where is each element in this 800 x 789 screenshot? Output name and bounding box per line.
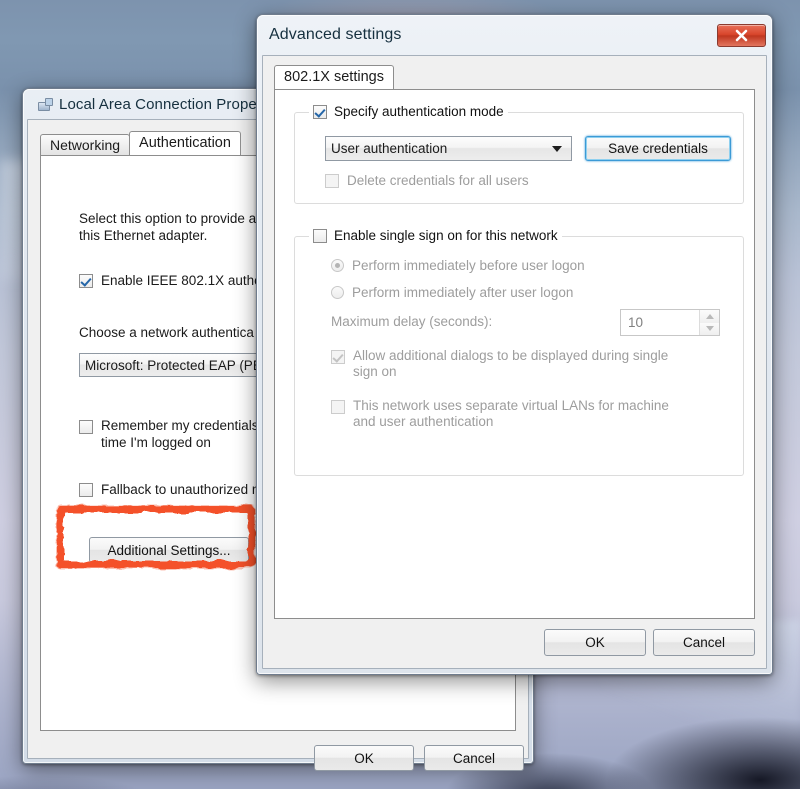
network-authentication-method-value: Microsoft: Protected EAP (PE <box>85 357 262 373</box>
enable-single-sign-on-label: Enable single sign on for this network <box>334 228 558 243</box>
separate-vlans-checkbox[interactable] <box>331 400 345 414</box>
remember-credentials-line-2: time I'm logged on <box>101 435 211 450</box>
spinner-up-icon[interactable] <box>700 310 719 323</box>
highlight-rectangle-additional-settings <box>57 506 255 568</box>
remember-credentials-line-1: Remember my credentials <box>101 418 259 433</box>
maximum-delay-spinner[interactable]: 10 <box>620 309 720 336</box>
save-credentials-button[interactable]: Save credentials <box>585 136 731 161</box>
properties-ok-button[interactable]: OK <box>314 745 414 771</box>
advanced-ok-button[interactable]: OK <box>544 629 646 656</box>
advanced-window-title: Advanced settings <box>269 26 402 43</box>
maximum-delay-label: Maximum delay (seconds): <box>331 314 493 329</box>
delete-credentials-label: Delete credentials for all users <box>347 173 529 188</box>
tab-networking[interactable]: Networking <box>40 134 131 155</box>
intro-line-1: Select this option to provide a <box>79 211 257 226</box>
separate-vlans-row[interactable]: This network uses separate virtual LANs … <box>331 398 669 429</box>
close-icon[interactable] <box>717 23 766 47</box>
fallback-unauthorized-label: Fallback to unauthorized n <box>101 482 260 497</box>
network-adapter-icon <box>37 96 53 112</box>
perform-before-logon-label: Perform immediately before user logon <box>352 258 585 273</box>
properties-window-title: Local Area Connection Prope <box>59 95 257 113</box>
fallback-unauthorized-checkbox[interactable] <box>79 482 93 497</box>
spinner-down-icon[interactable] <box>700 322 719 335</box>
allow-additional-dialogs-checkbox[interactable] <box>331 350 345 364</box>
enable-8021x-label: Enable IEEE 802.1X authe <box>101 273 262 288</box>
separate-vlans-line-2: and user authentication <box>353 414 494 429</box>
spinner-buttons[interactable] <box>699 310 719 335</box>
specify-authentication-mode-label: Specify authentication mode <box>334 104 504 119</box>
enable-single-sign-on-group: Enable single sign on for this network P… <box>294 228 744 476</box>
advanced-tabstrip[interactable]: 802.1X settings <box>274 65 394 89</box>
delete-credentials-checkbox[interactable] <box>325 173 339 188</box>
perform-before-logon-row[interactable]: Perform immediately before user logon <box>331 258 585 273</box>
advanced-titlebar[interactable]: Advanced settings <box>257 15 772 55</box>
perform-after-logon-radio[interactable] <box>331 286 344 299</box>
authentication-intro-text: Select this option to provide a this Eth… <box>79 211 256 243</box>
maximum-delay-value: 10 <box>628 315 644 330</box>
tab-8021x-settings[interactable]: 802.1X settings <box>274 65 394 89</box>
properties-cancel-button[interactable]: Cancel <box>424 745 524 771</box>
authentication-mode-value: User authentication <box>331 141 448 156</box>
remember-credentials-row[interactable]: Remember my credentials time I'm logged … <box>79 418 259 450</box>
perform-after-logon-row[interactable]: Perform immediately after user logon <box>331 285 573 300</box>
enable-8021x-checkbox-row[interactable]: Enable IEEE 802.1X authe <box>79 273 262 288</box>
remember-credentials-checkbox[interactable] <box>79 420 93 434</box>
specify-authentication-mode-group: Specify authentication mode User authent… <box>294 104 744 204</box>
intro-line-2: this Ethernet adapter. <box>79 228 208 243</box>
enable-single-sign-on-checkbox[interactable] <box>313 228 327 243</box>
choose-method-label: Choose a network authentica <box>79 325 254 340</box>
advanced-cancel-button[interactable]: Cancel <box>653 629 755 656</box>
enable-8021x-checkbox[interactable] <box>79 273 93 288</box>
perform-after-logon-label: Perform immediately after user logon <box>352 285 574 300</box>
enable-single-sign-on-title-row[interactable]: Enable single sign on for this network <box>309 228 562 243</box>
specify-authentication-mode-title-row[interactable]: Specify authentication mode <box>309 104 508 119</box>
allow-additional-dialogs-line-1: Allow additional dialogs to be displayed… <box>353 348 669 363</box>
separate-vlans-line-1: This network uses separate virtual LANs … <box>353 398 669 413</box>
properties-tabstrip[interactable]: Networking Authentication <box>40 131 241 155</box>
allow-additional-dialogs-line-2: sign on <box>353 364 397 379</box>
maximum-delay-label-row: Maximum delay (seconds): <box>331 314 492 329</box>
authentication-mode-combo[interactable]: User authentication <box>325 136 572 161</box>
allow-additional-dialogs-row[interactable]: Allow additional dialogs to be displayed… <box>331 348 668 379</box>
fallback-unauthorized-row[interactable]: Fallback to unauthorized n <box>79 482 259 497</box>
chevron-down-icon <box>552 145 562 152</box>
8021x-settings-tab-page: Specify authentication mode User authent… <box>274 89 755 619</box>
advanced-client-area: 802.1X settings Specify authentication m… <box>262 55 767 669</box>
specify-authentication-mode-checkbox[interactable] <box>313 104 327 119</box>
choose-method-label-row: Choose a network authentica <box>79 325 254 340</box>
delete-credentials-row[interactable]: Delete credentials for all users <box>325 173 529 188</box>
tab-authentication[interactable]: Authentication <box>129 131 241 155</box>
perform-before-logon-radio[interactable] <box>331 259 344 272</box>
advanced-settings-window[interactable]: Advanced settings 802.1X settings Specif… <box>256 14 773 675</box>
